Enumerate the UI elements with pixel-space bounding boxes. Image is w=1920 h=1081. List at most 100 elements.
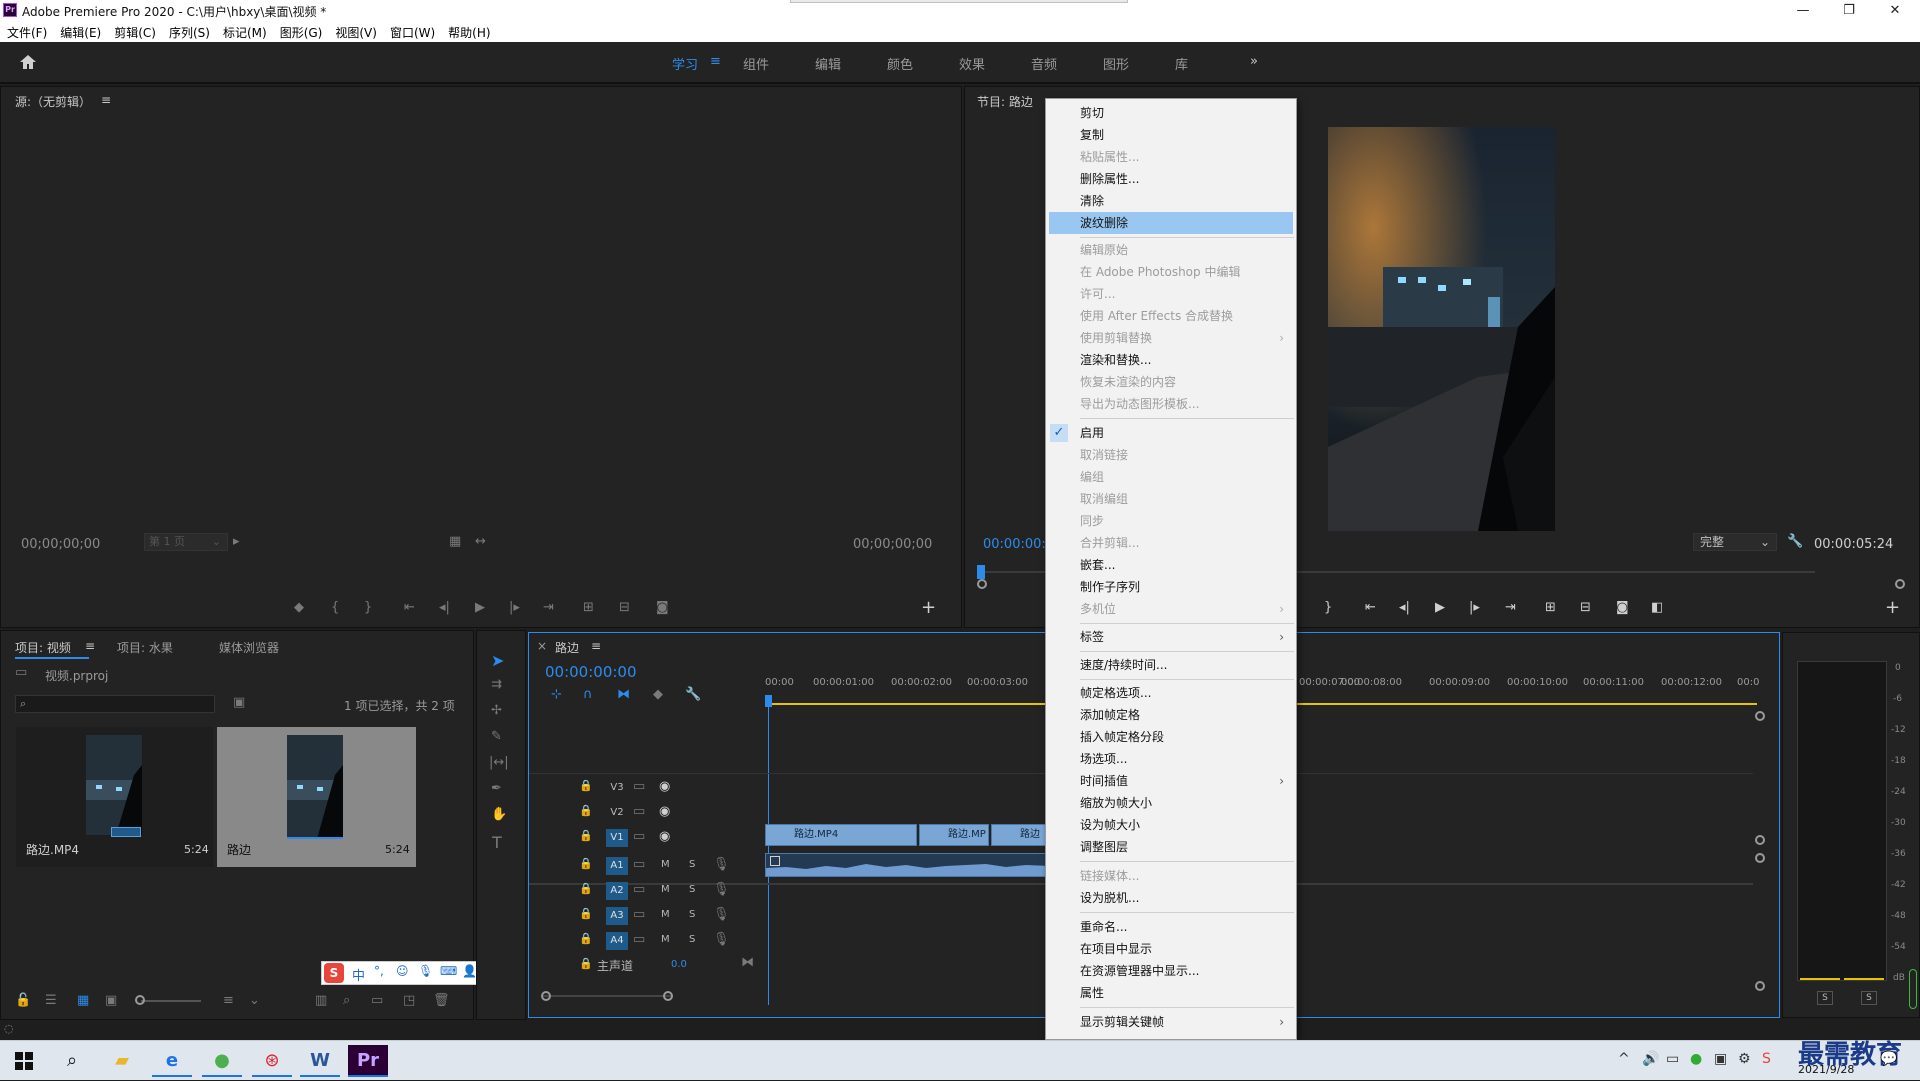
menu-item-nest[interactable]: 嵌套...: [1046, 554, 1296, 576]
menu-item-copy[interactable]: 复制: [1046, 124, 1296, 146]
pen-tool-icon[interactable]: ✒: [491, 781, 502, 796]
lock-icon[interactable]: 🔒: [579, 882, 593, 895]
eye-icon[interactable]: ◉: [659, 779, 670, 794]
workspace-menu-icon[interactable]: ≡: [710, 54, 721, 69]
sort-icon[interactable]: ≡: [223, 993, 234, 1008]
lock-icon[interactable]: 🔒: [579, 957, 593, 970]
track-label-a3[interactable]: A3: [606, 907, 628, 925]
close-button[interactable]: ✕: [1872, 0, 1918, 22]
linked-selection-icon[interactable]: ⧓: [617, 687, 630, 702]
menu-clip[interactable]: 剪辑(C): [107, 22, 162, 41]
voiceover-mic-icon[interactable]: 🎙: [713, 882, 730, 897]
menu-item-make-subsequence[interactable]: 制作子序列: [1046, 576, 1296, 598]
windows-start-icon[interactable]: [4, 1045, 44, 1077]
toggle-sync-icon[interactable]: ▭: [633, 779, 645, 794]
menu-item-reveal-in-project[interactable]: 在项目中显示: [1046, 938, 1296, 960]
step-forward-icon[interactable]: |▸: [1469, 600, 1480, 615]
menu-item-time-interpolation[interactable]: 时间插值 ›: [1046, 770, 1296, 792]
hand-tool-icon[interactable]: ✋: [491, 807, 507, 822]
voiceover-mic-icon[interactable]: 🎙: [713, 907, 730, 922]
add-marker-icon[interactable]: ◆: [653, 687, 663, 702]
project-search-input[interactable]: ⌕: [15, 695, 215, 713]
toggle-sync-icon[interactable]: ▭: [633, 907, 645, 922]
menu-item-frame-hold-options[interactable]: 帧定格选项...: [1046, 682, 1296, 704]
mute-button[interactable]: M: [661, 909, 670, 920]
meter-scrollbar[interactable]: [1909, 969, 1917, 1009]
project-tab-video[interactable]: 项目: 视频: [15, 639, 71, 656]
settings-wrench-icon[interactable]: 🔧: [685, 687, 701, 702]
workspace-tab-libraries[interactable]: 库: [1175, 54, 1188, 73]
scroll-handle-right[interactable]: [663, 991, 673, 1001]
tray-app-icon[interactable]: ●: [1690, 1051, 1702, 1067]
menu-help[interactable]: 帮助(H): [441, 22, 496, 41]
menu-item-reveal-in-explorer[interactable]: 在资源管理器中显示...: [1046, 960, 1296, 982]
ripple-edit-tool-icon[interactable]: ✢: [491, 703, 502, 718]
file-explorer-icon[interactable]: ▰: [102, 1045, 142, 1077]
tray-chevron-up-icon[interactable]: ^: [1618, 1051, 1630, 1067]
workspace-tab-editing[interactable]: 编辑: [815, 54, 841, 73]
zoom-slider[interactable]: [141, 1000, 201, 1002]
voiceover-mic-icon[interactable]: 🎙: [713, 932, 730, 947]
find-icon[interactable]: ⌕: [343, 993, 350, 1008]
workspace-tab-assembly[interactable]: 组件: [743, 54, 769, 73]
track-label-a4[interactable]: A4: [606, 932, 628, 950]
screen-recorder-icon[interactable]: ⊛: [252, 1045, 292, 1077]
track-select-tool-icon[interactable]: ⇉: [491, 677, 502, 692]
source-panel-title[interactable]: 源:（无剪辑）: [15, 93, 91, 110]
razor-tool-icon[interactable]: ✎: [491, 729, 502, 744]
workspace-overflow-icon[interactable]: »: [1250, 54, 1258, 69]
step-back-icon[interactable]: ◂|: [1399, 600, 1410, 615]
go-to-edit-icon[interactable]: ⧓: [741, 955, 754, 970]
volume-icon[interactable]: 🔊: [1642, 1051, 1659, 1067]
voiceover-mic-icon[interactable]: 🎙: [713, 857, 730, 872]
solo-right-button[interactable]: S: [1861, 991, 1877, 1005]
toggle-sync-icon[interactable]: ▭: [633, 932, 645, 947]
menu-item-properties[interactable]: 属性: [1046, 982, 1296, 1004]
microphone-icon[interactable]: 🎙: [418, 964, 433, 978]
project-tab-media-browser[interactable]: 媒体浏览器: [219, 639, 279, 656]
track-label-a2[interactable]: A2: [606, 882, 628, 900]
toggle-sync-icon[interactable]: ▭: [633, 804, 645, 819]
mark-out-icon[interactable]: }: [1324, 600, 1332, 615]
workspace-tab-learn[interactable]: 学习: [672, 54, 698, 73]
track-label-v3[interactable]: V3: [606, 779, 628, 797]
menu-item-label[interactable]: 标签 ›: [1046, 626, 1296, 648]
solo-button[interactable]: S: [689, 934, 695, 945]
menu-item-add-frame-hold[interactable]: 添加帧定格: [1046, 704, 1296, 726]
export-frame-icon[interactable]: ◙: [1616, 600, 1629, 615]
freeform-view-icon[interactable]: ▣: [105, 993, 117, 1008]
premiere-taskbar-icon[interactable]: Pr: [348, 1045, 388, 1077]
workspace-tab-color[interactable]: 颜色: [887, 54, 913, 73]
project-item[interactable]: 路边.MP4 5:24: [16, 727, 213, 867]
lift-icon[interactable]: ⊞: [1545, 600, 1556, 615]
go-to-in-icon[interactable]: ⇤: [1365, 600, 1376, 615]
lock-icon[interactable]: 🔒: [579, 779, 593, 792]
solo-button[interactable]: S: [689, 884, 695, 895]
zoom-slider-handle[interactable]: [135, 995, 145, 1005]
drop-frame-icon[interactable]: ↔: [475, 534, 486, 549]
browser-360-icon[interactable]: ●: [202, 1045, 242, 1077]
nest-toggle-icon[interactable]: ⊹: [551, 687, 562, 702]
track-label-a1[interactable]: A1: [606, 857, 628, 875]
timeline-tab[interactable]: 路边: [555, 639, 579, 656]
lock-icon[interactable]: 🔒: [579, 857, 593, 870]
menu-item-rename[interactable]: 重命名...: [1046, 916, 1296, 938]
menu-item-show-clip-keyframes[interactable]: 显示剪辑关键帧 ›: [1046, 1011, 1296, 1033]
menu-item-speed-duration[interactable]: 速度/持续时间...: [1046, 654, 1296, 676]
timeline-timecode[interactable]: 00:00:00:00: [545, 663, 637, 681]
menu-item-scale-to-frame-size[interactable]: 缩放为帧大小: [1046, 792, 1296, 814]
mute-button[interactable]: M: [661, 934, 670, 945]
step-forward-icon[interactable]: |▸: [509, 600, 520, 615]
list-view-icon[interactable]: ☰: [45, 993, 57, 1008]
menu-view[interactable]: 视图(V): [328, 22, 383, 41]
user-icon[interactable]: 👤: [462, 964, 477, 978]
step-back-icon[interactable]: ◂|: [439, 600, 450, 615]
menu-item-make-offline[interactable]: 设为脱机...: [1046, 887, 1296, 909]
settings-square-icon[interactable]: ▦: [449, 534, 461, 549]
project-tab-menu-icon[interactable]: ≡: [85, 639, 95, 653]
type-tool-icon[interactable]: T: [492, 833, 502, 852]
horizontal-scrollbar[interactable]: [543, 995, 673, 997]
ime-mode[interactable]: 中: [352, 965, 365, 984]
menu-markers[interactable]: 标记(M): [216, 22, 273, 41]
timeline-close-icon[interactable]: ×: [537, 639, 547, 653]
